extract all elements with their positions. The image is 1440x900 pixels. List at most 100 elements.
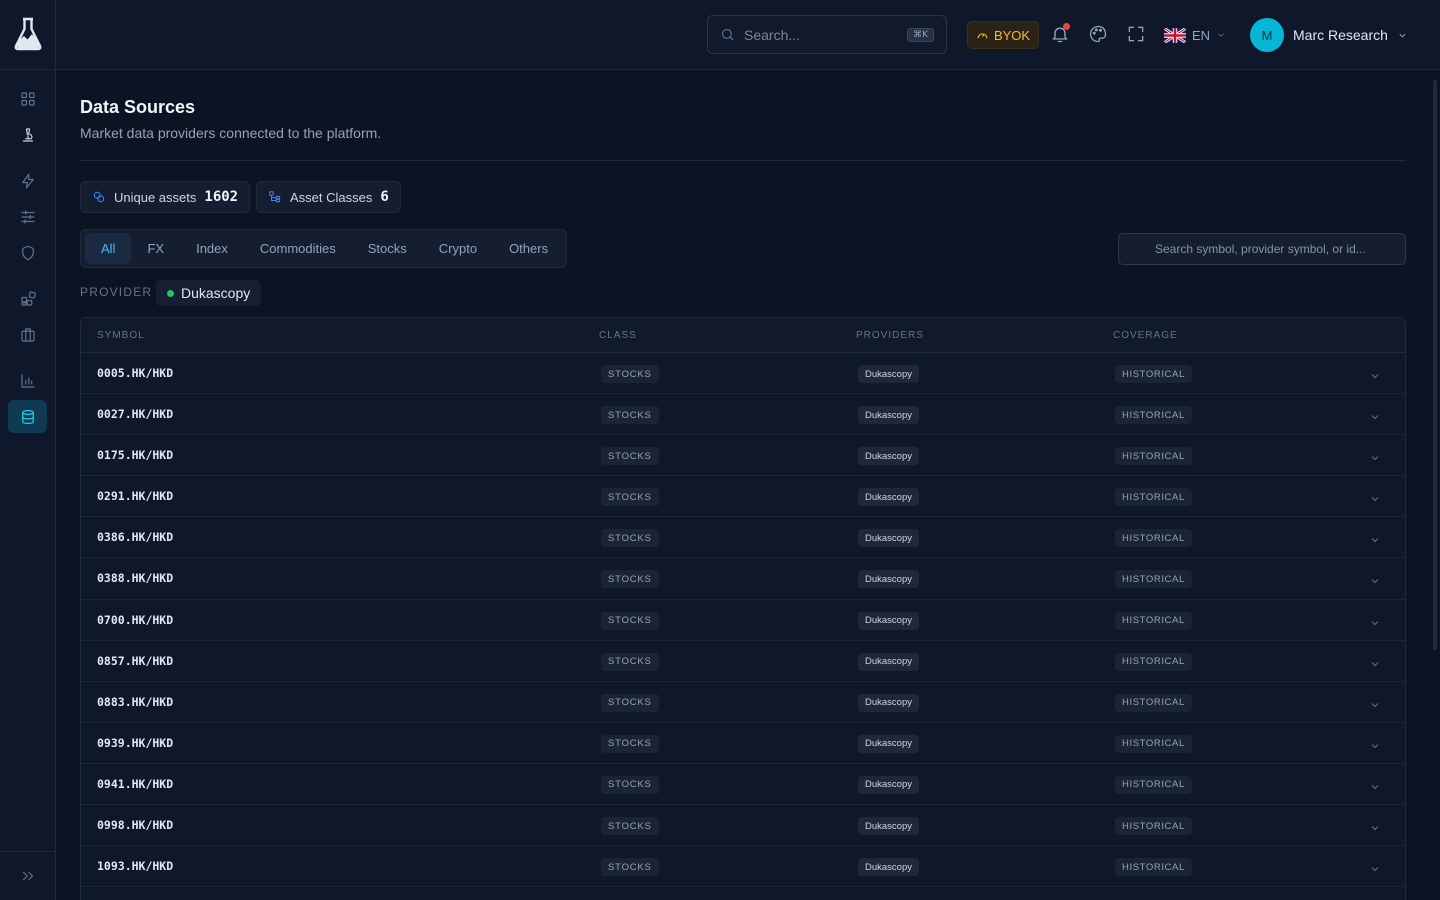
expand-row-button[interactable]: [1369, 698, 1381, 710]
expand-row-button[interactable]: [1369, 574, 1381, 586]
sidebar-item-portfolio[interactable]: [8, 318, 47, 351]
sidebar-item-risk[interactable]: [8, 236, 47, 269]
sidebar-item-signals[interactable]: [8, 164, 47, 197]
top-header: ⌘K BYOK EN M Marc Research: [56, 0, 1440, 70]
expand-row-button[interactable]: [1369, 492, 1381, 504]
avatar: M: [1250, 18, 1284, 52]
class-badge: STOCKS: [601, 570, 659, 589]
tab-index[interactable]: Index: [180, 233, 244, 264]
class-badge: STOCKS: [601, 693, 659, 712]
tab-crypto[interactable]: Crypto: [423, 233, 493, 264]
coverage-badge: HISTORICAL: [1115, 817, 1192, 836]
table-row[interactable]: 0998.HK/HKD STOCKS Dukascopy HISTORICAL: [81, 805, 1405, 847]
fullscreen-button[interactable]: [1126, 24, 1146, 44]
expand-row-button[interactable]: [1369, 657, 1381, 669]
palette-icon: [1089, 25, 1107, 43]
byok-button[interactable]: BYOK: [967, 21, 1039, 49]
provider-badge: Dukascopy: [858, 611, 919, 630]
table-row[interactable]: 0005.HK/HKD STOCKS Dukascopy HISTORICAL: [81, 353, 1405, 395]
column-header-coverage[interactable]: COVERAGE: [1113, 330, 1178, 341]
coverage-badge: HISTORICAL: [1115, 365, 1192, 383]
tab-stocks[interactable]: Stocks: [352, 233, 423, 264]
table-row[interactable]: 0883.HK/HKD STOCKS Dukascopy HISTORICAL: [81, 682, 1405, 723]
table-row[interactable]: 0291.HK/HKD STOCKS Dukascopy HISTORICAL: [81, 476, 1405, 518]
page-scrollbar[interactable]: [1433, 80, 1437, 650]
theme-button[interactable]: [1088, 24, 1108, 44]
table-row[interactable]: 0388.HK/HKD STOCKS Dukascopy HISTORICAL: [81, 558, 1405, 600]
column-header-class[interactable]: CLASS: [599, 330, 637, 341]
class-badge: STOCKS: [601, 529, 659, 548]
table-search[interactable]: [1118, 233, 1406, 265]
database-icon: [21, 409, 34, 424]
user-menu[interactable]: M Marc Research: [1250, 17, 1408, 53]
language-selector[interactable]: EN: [1164, 24, 1226, 46]
expand-row-button[interactable]: [1369, 780, 1381, 792]
chevron-down-icon: [1371, 826, 1379, 831]
asset-classes-value: 6: [380, 189, 389, 205]
sidebar-item-research[interactable]: [8, 118, 47, 151]
table-row[interactable]: 0027.HK/HKD STOCKS Dukascopy HISTORICAL: [81, 394, 1405, 436]
shield-icon: [21, 245, 34, 260]
symbol-cell: 0998.HK/HKD: [97, 818, 174, 833]
global-search[interactable]: ⌘K: [707, 15, 947, 54]
sidebar-item-dashboard[interactable]: [8, 82, 47, 115]
symbol-cell: 0700.HK/HKD: [97, 612, 174, 627]
blocks-icon: [20, 290, 36, 306]
search-shortcut: ⌘K: [907, 27, 934, 42]
expand-row-button[interactable]: [1369, 862, 1381, 874]
expand-row-button[interactable]: [1369, 369, 1381, 381]
expand-row-button[interactable]: [1369, 410, 1381, 422]
symbol-cell: 0027.HK/HKD: [97, 407, 174, 422]
symbol-cell: 0941.HK/HKD: [97, 776, 174, 791]
tab-commodities[interactable]: Commodities: [244, 233, 352, 264]
provider-badge: Dukascopy: [858, 488, 919, 507]
expand-sidebar-icon: [22, 871, 33, 880]
unique-assets-value: 1602: [204, 189, 239, 205]
coverage-badge: HISTORICAL: [1115, 775, 1192, 794]
table-row[interactable]: 0941.HK/HKD STOCKS Dukascopy HISTORICAL: [81, 764, 1405, 806]
sidebar-item-settings[interactable]: [8, 200, 47, 233]
provider-badge: Dukascopy: [858, 447, 919, 466]
coverage-badge: HISTORICAL: [1115, 570, 1192, 589]
sidebar-item-integrations[interactable]: [8, 282, 47, 315]
uk-flag-icon: [1164, 27, 1186, 43]
expand-row-button[interactable]: [1369, 739, 1381, 751]
column-header-symbol[interactable]: SYMBOL: [97, 330, 145, 341]
table-row[interactable]: 0700.HK/HKD STOCKS Dukascopy HISTORICAL: [81, 600, 1405, 641]
expand-row-button[interactable]: [1369, 451, 1381, 463]
provider-badge: Dukascopy: [858, 570, 919, 589]
table-row[interactable]: 1093.HK/HKD STOCKS Dukascopy HISTORICAL: [81, 846, 1405, 888]
class-badge: STOCKS: [601, 817, 659, 836]
tab-all[interactable]: All: [85, 233, 132, 264]
class-badge: STOCKS: [601, 447, 659, 466]
table-row[interactable]: 0386.HK/HKD STOCKS Dukascopy HISTORICAL: [81, 517, 1405, 559]
tab-others[interactable]: Others: [493, 233, 564, 264]
class-badge: STOCKS: [601, 611, 659, 630]
expand-sidebar-button[interactable]: [8, 859, 47, 892]
global-search-input[interactable]: [744, 26, 894, 43]
hierarchy-icon: [269, 191, 281, 203]
tab-fx[interactable]: FX: [131, 233, 180, 264]
sidebar-item-analytics[interactable]: [8, 364, 47, 397]
coverage-badge: HISTORICAL: [1115, 447, 1192, 466]
class-badge: STOCKS: [601, 365, 659, 383]
column-header-providers[interactable]: PROVIDERS: [856, 330, 924, 341]
expand-row-button[interactable]: [1369, 616, 1381, 628]
notifications-button[interactable]: [1050, 23, 1070, 44]
chevron-down-icon: [1371, 497, 1379, 502]
table-row[interactable]: 0175.HK/HKD STOCKS Dukascopy HISTORICAL: [81, 435, 1405, 477]
chevron-down-icon: [1371, 579, 1379, 584]
expand-row-button[interactable]: [1369, 533, 1381, 545]
table-search-input[interactable]: [1119, 234, 1405, 264]
class-badge: STOCKS: [601, 652, 659, 671]
symbol-cell: 0883.HK/HKD: [97, 694, 174, 709]
expand-row-button[interactable]: [1369, 821, 1381, 833]
table-row[interactable]: 0857.HK/HKD STOCKS Dukascopy HISTORICAL: [81, 641, 1405, 682]
provider-filter-chip[interactable]: Dukascopy: [156, 280, 262, 306]
provider-badge: Dukascopy: [858, 693, 919, 712]
flask-logo-icon[interactable]: [12, 16, 44, 52]
table-row[interactable]: 0939.HK/HKD STOCKS Dukascopy HISTORICAL: [81, 723, 1405, 764]
provider-filter-label: PROVIDER: [80, 285, 153, 299]
sidebar-divider: [0, 69, 56, 70]
sidebar-item-data-sources[interactable]: [8, 400, 47, 433]
